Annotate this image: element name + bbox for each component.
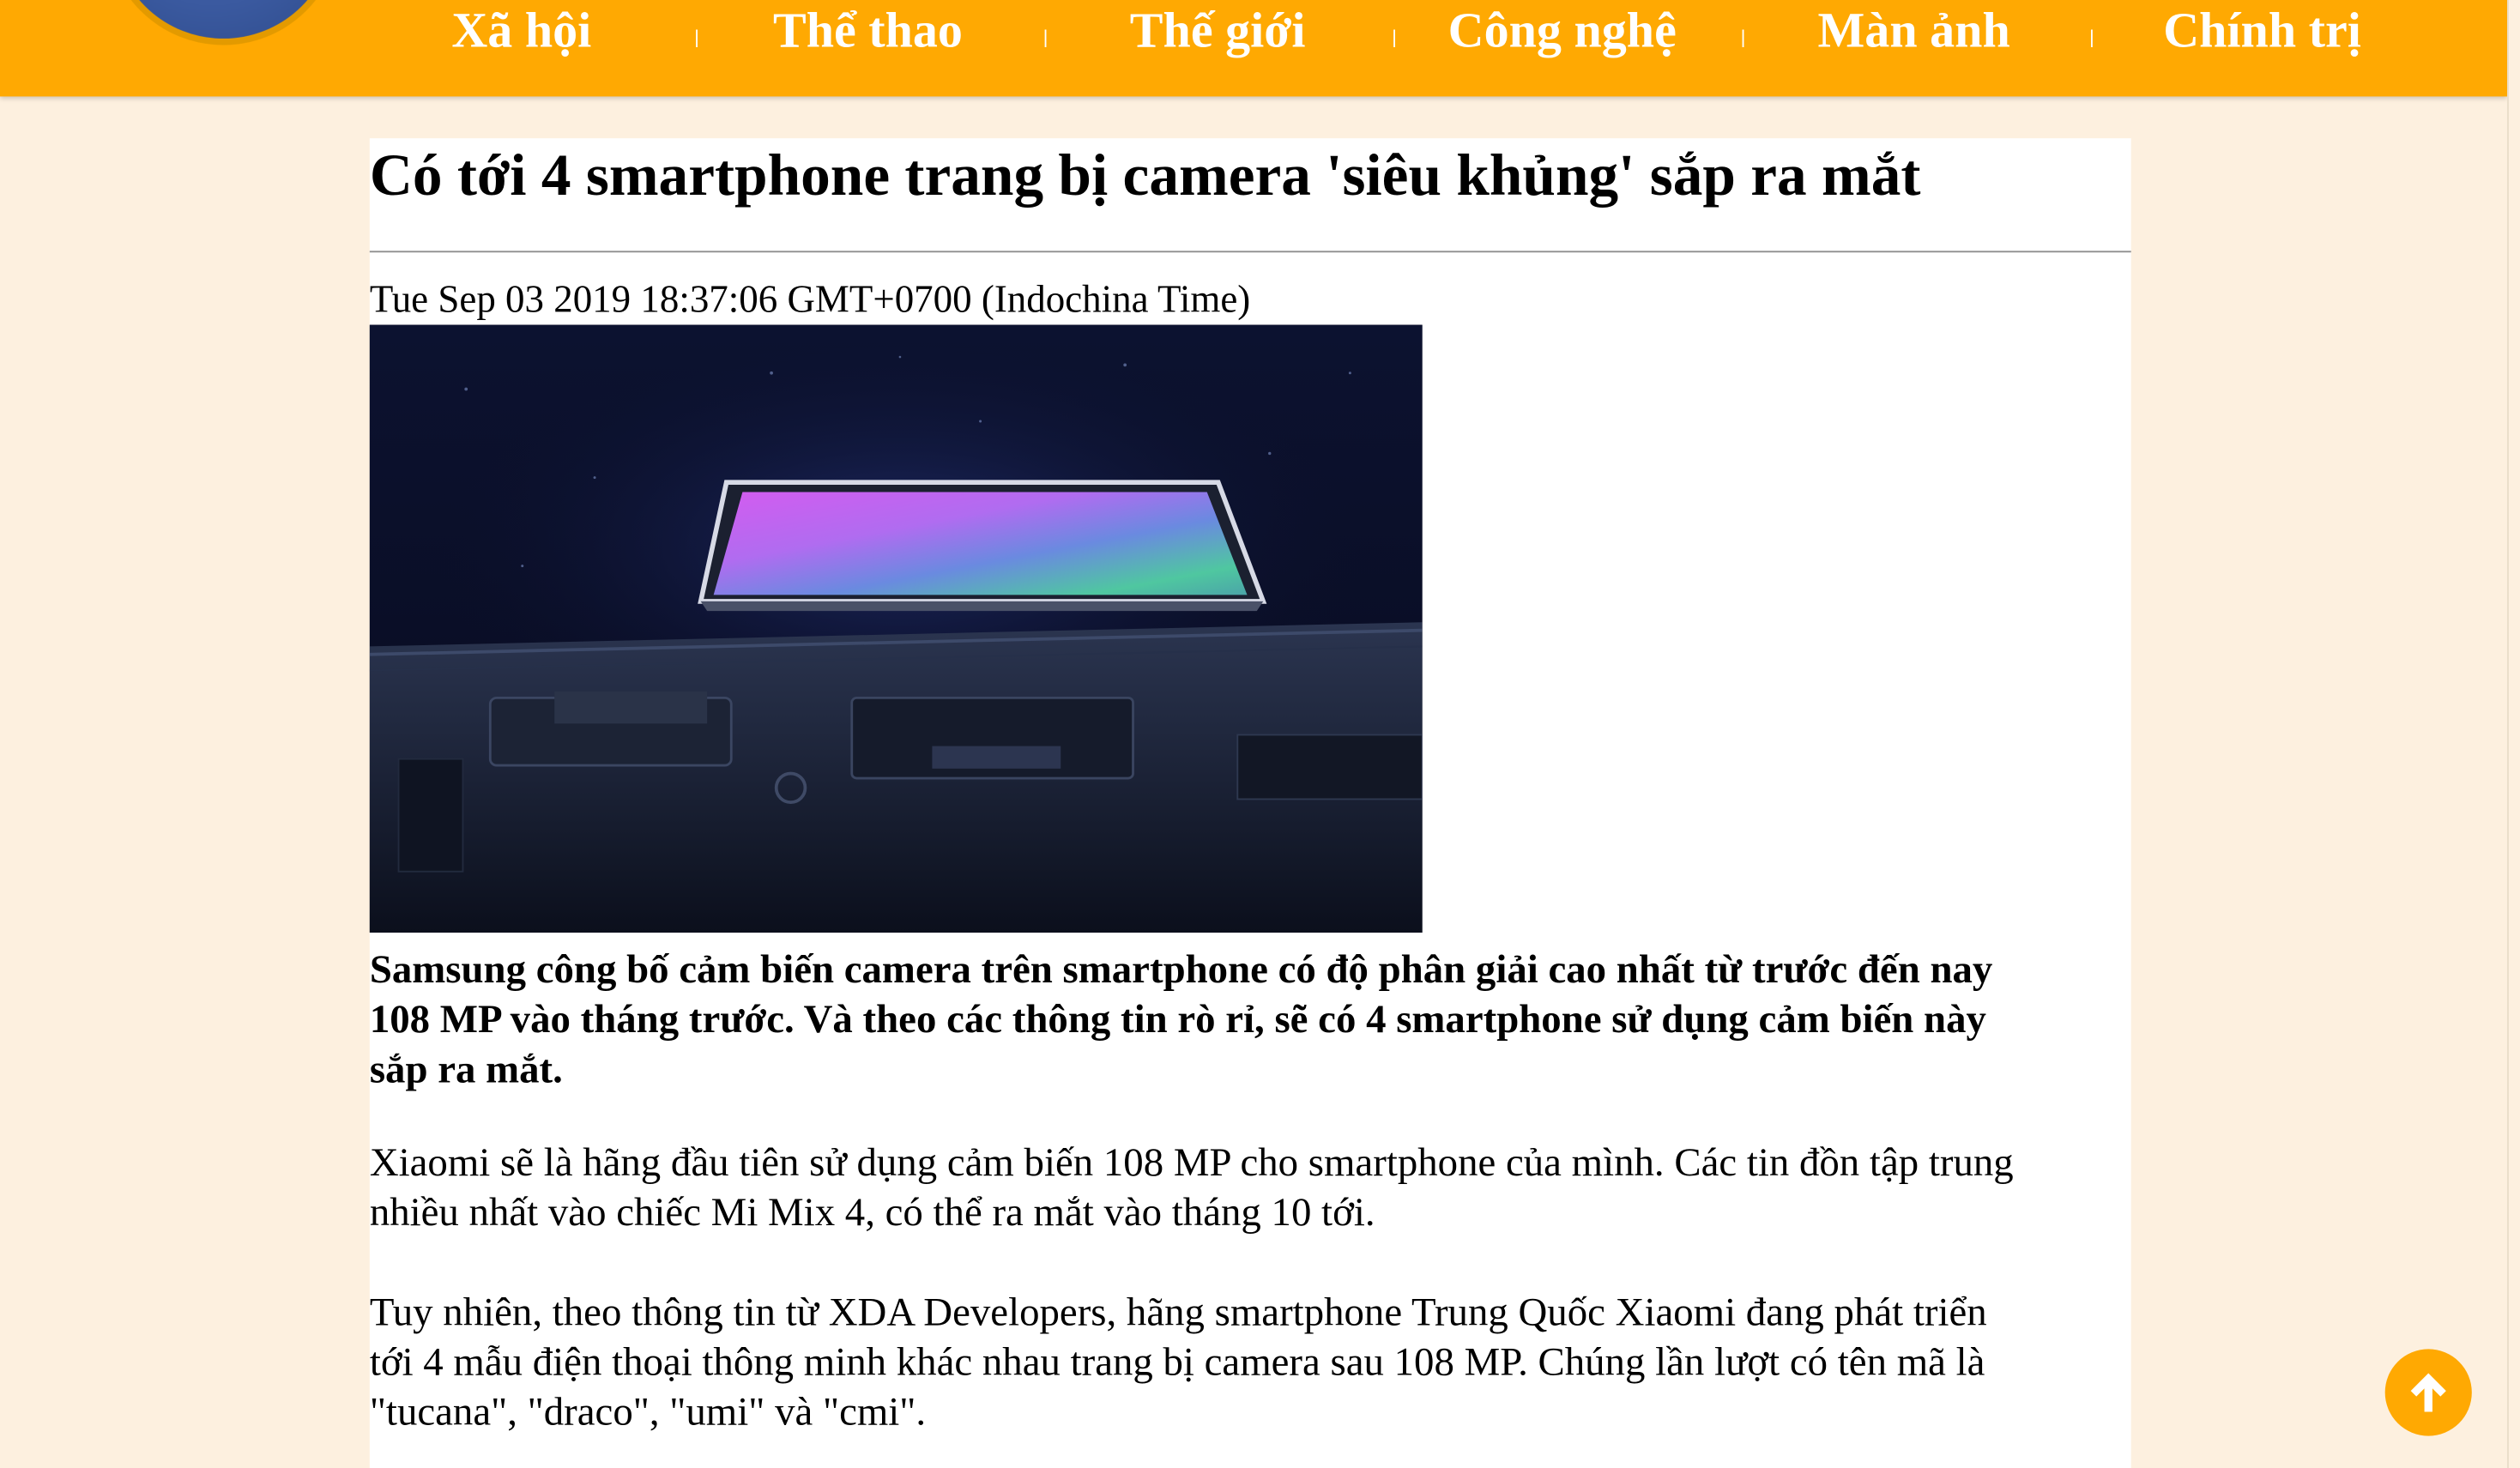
paragraph-line: Xiaomi sẽ là hãng đầu tiên sử dụng cảm b… <box>369 1141 2014 1186</box>
nav-item-cong-nghe[interactable]: Công nghệ <box>1448 0 1677 61</box>
article-date: Tue Sep 03 2019 18:37:06 GMT+0700 (Indoc… <box>369 280 1251 322</box>
nav-item-chinh-tri[interactable]: Chính trị <box>2163 0 2361 61</box>
article: Có tới 4 smartphone trang bị camera 'siê… <box>369 138 2131 1468</box>
lead-line: Samsung công bố cảm biến camera trên sma… <box>369 948 1993 993</box>
site-logo[interactable] <box>106 0 341 45</box>
paragraph-line: "tucana", "draco", "umi" và "cmi". <box>369 1391 927 1435</box>
article-paragraph: Tuy nhiên, theo thông tin từ XDA Develop… <box>370 1288 2131 1437</box>
lead-line: sắp ra mắt. <box>369 1048 563 1092</box>
back-to-top-button[interactable] <box>2384 1349 2472 1436</box>
nav-separator: | <box>1392 25 1397 49</box>
nav-separator: | <box>2089 25 2094 49</box>
arrow-up-icon <box>2410 1373 2446 1412</box>
lead-line: 108 MP vào tháng trước. Và theo các thôn… <box>369 998 1986 1042</box>
paragraph-line: nhiều nhất vào chiếc Mi Mix 4, có thể ra… <box>369 1191 1375 1235</box>
nav-item-the-gioi[interactable]: Thế giới <box>1130 0 1306 61</box>
nav-separator: | <box>1740 25 1746 49</box>
nav-item-man-anh[interactable]: Màn ảnh <box>1817 0 2009 61</box>
site-header: Xã hội | Thể thao | Thế giới | Công nghệ… <box>0 0 2508 97</box>
page: Xã hội | Thể thao | Thế giới | Công nghệ… <box>0 0 2520 1468</box>
nav-item-xa-hoi[interactable]: Xã hội <box>451 0 591 61</box>
nav-separator: | <box>1042 25 1048 49</box>
title-divider <box>369 251 2131 253</box>
paragraph-line: Tuy nhiên, theo thông tin từ XDA Develop… <box>369 1290 1987 1335</box>
article-lead: Samsung công bố cảm biến camera trên sma… <box>370 945 2122 1095</box>
paragraph-line: tới 4 mẫu điện thoại thông minh khác nha… <box>369 1340 1985 1385</box>
nav-separator: | <box>694 25 700 49</box>
article-title: Có tới 4 smartphone trang bị camera 'siê… <box>369 142 1921 209</box>
article-hero-image <box>369 324 1423 933</box>
article-paragraph: Xiaomi sẽ là hãng đầu tiên sử dụng cảm b… <box>370 1139 2131 1238</box>
scrollbar-track[interactable] <box>2507 0 2520 1468</box>
nav-item-the-thao[interactable]: Thể thao <box>773 0 963 61</box>
